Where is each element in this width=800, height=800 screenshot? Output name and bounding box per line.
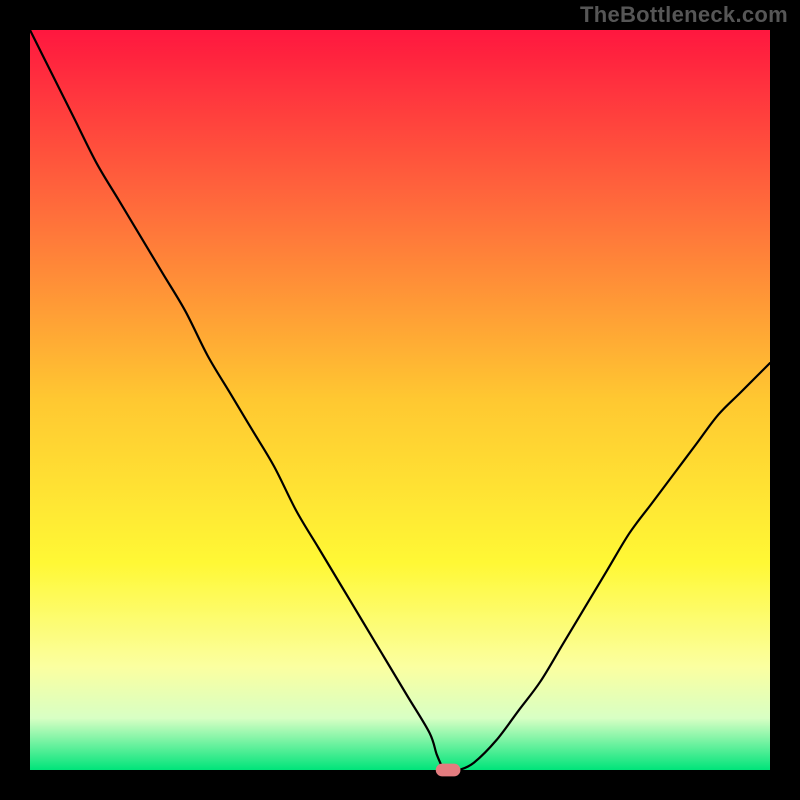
chart-frame: TheBottleneck.com (0, 0, 800, 800)
watermark: TheBottleneck.com (580, 2, 788, 28)
optimal-marker (436, 764, 460, 776)
gradient-background (30, 30, 770, 770)
bottleneck-plot (0, 0, 800, 800)
